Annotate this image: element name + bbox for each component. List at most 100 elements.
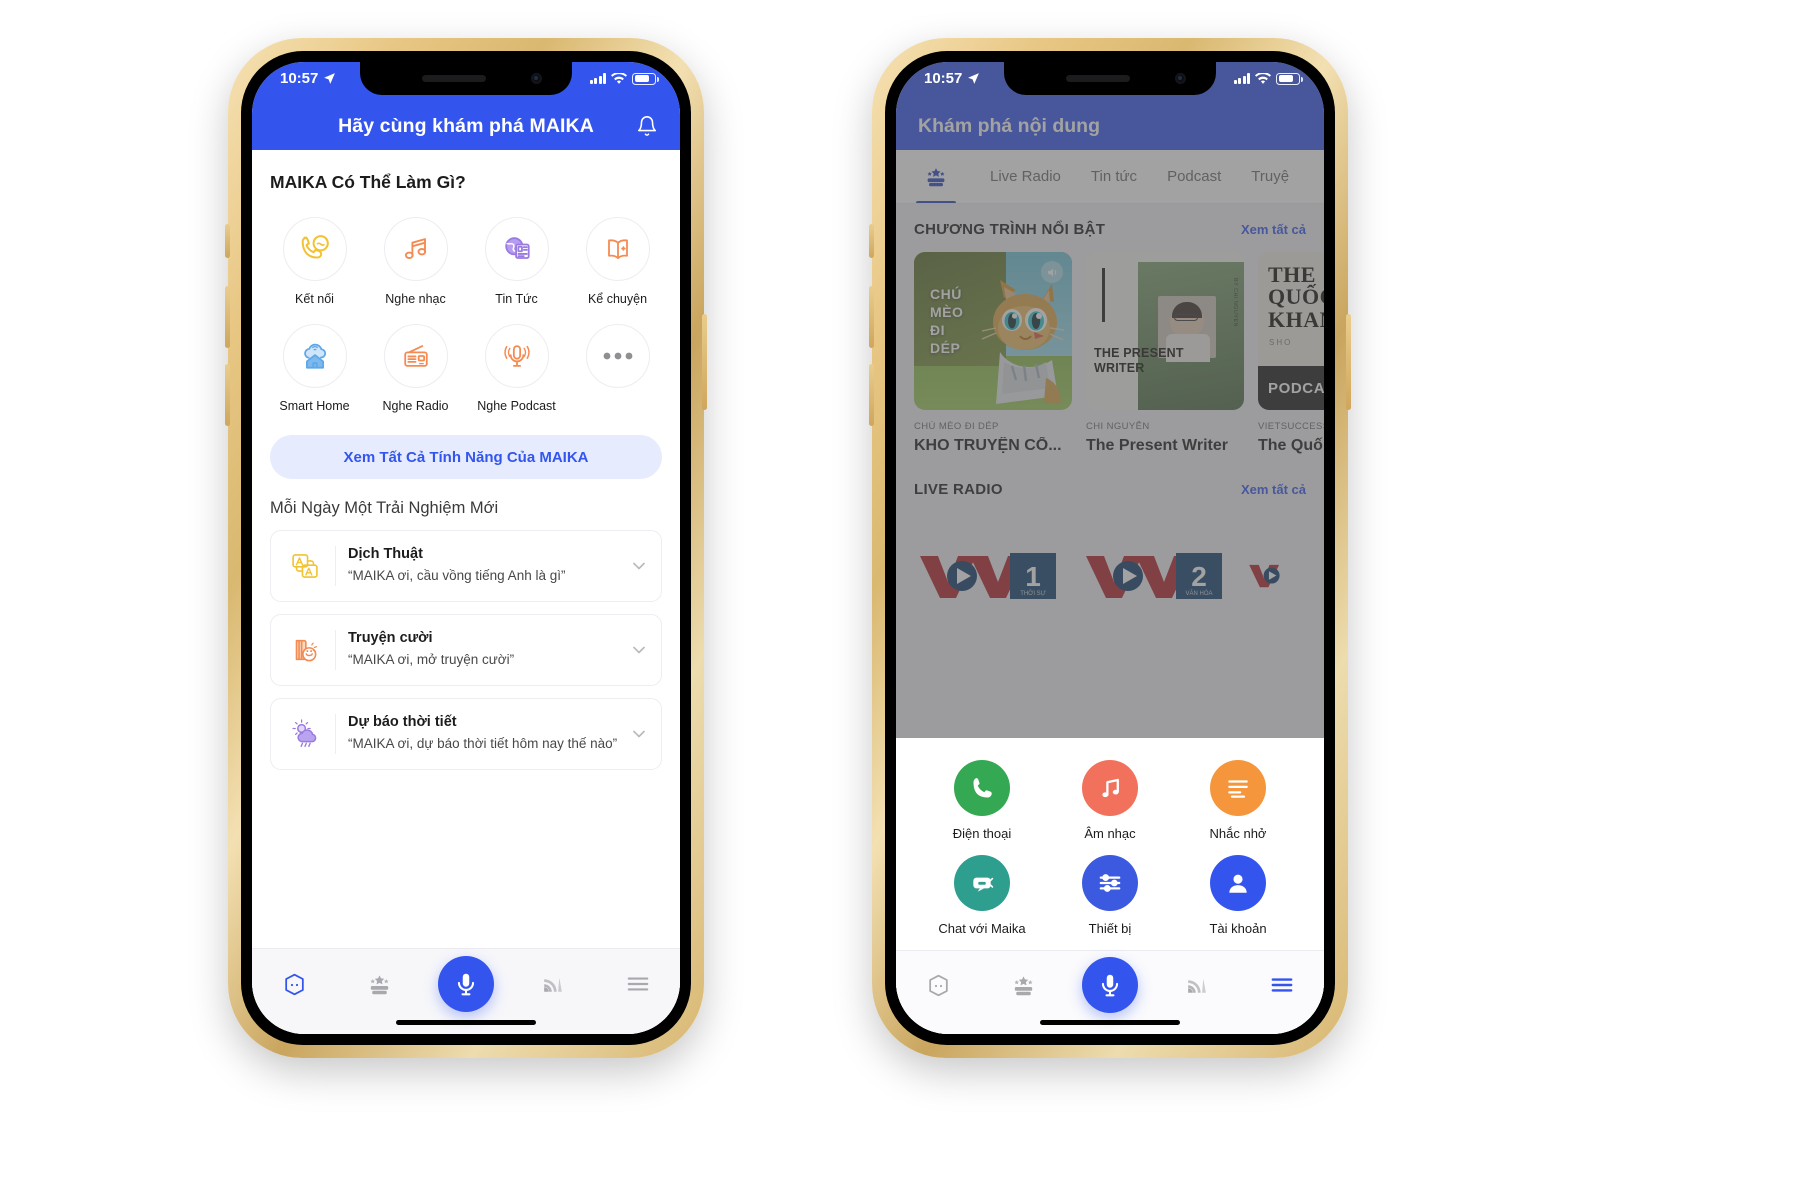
featured-card-row: CHÚ MÈO ĐI DÉP CHÚ MÈO ĐI DÉP KHO TRUYỆN CỔ… (896, 238, 1324, 455)
bell-icon[interactable] (636, 115, 658, 137)
tab-menu[interactable] (1256, 966, 1308, 1004)
power-button[interactable] (702, 314, 707, 410)
wifi-icon (1255, 72, 1271, 85)
tab-voice-assistant[interactable] (1081, 957, 1138, 1013)
tab-tin-tuc[interactable]: Tin tức (1091, 168, 1137, 185)
thumbnail-overlay-text: THEQUỐCKHANH (1268, 262, 1324, 332)
quick-action-label: Thiết bị (1088, 921, 1132, 936)
tab-discover[interactable] (353, 965, 405, 1003)
featured-see-all-link[interactable]: Xem tất cả (1241, 222, 1306, 237)
volume-down-button[interactable] (869, 364, 874, 426)
battery-icon (632, 72, 659, 85)
silent-switch[interactable] (869, 224, 874, 258)
phone-device-left: 10:57 Hãy cùng khám phá MAIKA MAIKA Có T… (225, 38, 707, 1058)
quick-action-label: Âm nhạc (1084, 826, 1136, 841)
feature-ke-chuyen[interactable]: Kể chuyện (567, 207, 668, 312)
quick-action-tai-khoan[interactable]: Tài khoản (1174, 855, 1302, 936)
screenshot-stage: 10:57 Hãy cùng khám phá MAIKA MAIKA Có T… (0, 0, 1800, 1200)
feature-nghe-nhac[interactable]: Nghe nhạc (365, 207, 466, 312)
experience-card-truyen-cuoi[interactable]: Truyện cười “MAIKA ơi, mở truyện cười” (270, 614, 662, 686)
radio-station-vov1[interactable]: 1 THỜI SỰ (914, 544, 1064, 606)
live-radio-section-header: LIVE RADIO Xem tất cả (896, 455, 1324, 498)
tab-podcast[interactable]: Podcast (1167, 168, 1221, 185)
radio-station-vov3[interactable] (1246, 544, 1324, 606)
quick-action-chat-voi-maika[interactable]: Chat với Maika (918, 855, 1046, 936)
tab-featured[interactable] (912, 150, 960, 203)
page-title: Hãy cùng khám phá MAIKA (338, 115, 594, 137)
chevron-down-icon[interactable] (629, 556, 649, 576)
page-title: Khám phá nội dung (918, 115, 1100, 137)
volume-down-button[interactable] (225, 364, 230, 426)
smart-home-icon (282, 324, 347, 388)
silent-switch[interactable] (225, 224, 230, 258)
program-thumbnail: CHÚ MÈO ĐI DÉP (914, 252, 1072, 410)
quick-action-am-nhac[interactable]: Âm nhạc (1046, 760, 1174, 841)
chevron-down-icon[interactable] (629, 640, 649, 660)
front-camera-icon (1175, 73, 1186, 84)
feature-smart-home[interactable]: Smart Home (264, 314, 365, 419)
feature-nghe-podcast[interactable]: Nghe Podcast (466, 314, 567, 419)
feature-label: Nghe Podcast (477, 399, 556, 413)
program-card[interactable]: CHÚ MÈO ĐI DÉP CHÚ MÈO ĐI DÉP KHO TRUYỆN CỔ… (914, 252, 1072, 455)
speaker-icon[interactable] (1041, 261, 1063, 283)
program-name: KHO TRUYỆN CỔ... (914, 437, 1062, 454)
card-title: Dịch Thuật (348, 546, 423, 563)
quick-action-thiet-bi[interactable]: Thiết bị (1046, 855, 1174, 936)
screen-left: 10:57 Hãy cùng khám phá MAIKA MAIKA Có T… (252, 62, 680, 1034)
content-tabs: Live Radio Tin tức Podcast Truyệ (896, 150, 1324, 204)
volume-up-button[interactable] (225, 286, 230, 348)
see-all-features-button[interactable]: Xem Tất Cả Tính Năng Của MAIKA (270, 435, 662, 479)
tab-discover[interactable] (997, 966, 1049, 1004)
power-button[interactable] (1346, 314, 1351, 410)
quick-action-label: Điện thoại (952, 826, 1012, 841)
open-book-icon (585, 217, 650, 281)
tab-cast[interactable] (1171, 966, 1223, 1004)
weather-icon (285, 714, 325, 754)
program-name: The Present Writer (1086, 437, 1228, 454)
music-icon (1082, 760, 1138, 816)
joke-book-icon (285, 630, 325, 670)
chevron-down-icon[interactable] (629, 724, 649, 744)
quick-action-dien-thoai[interactable]: Điện thoại (918, 760, 1046, 841)
feature-label: Nghe nhạc (385, 292, 446, 306)
feature-nghe-radio[interactable]: Nghe Radio (365, 314, 466, 419)
live-radio-row: 1 THỜI SỰ 2 VĂN HÓA (896, 498, 1324, 606)
radio-station-vov2[interactable]: 2 VĂN HÓA (1080, 544, 1230, 606)
tab-voice-assistant[interactable] (437, 956, 494, 1012)
program-card[interactable]: THEQUỐCKHANH SHO PODCA VIETSUCCESS The Q… (1258, 252, 1324, 455)
feature-more[interactable] (567, 314, 668, 419)
notch (1004, 62, 1216, 95)
card-text: Truyện cười “MAIKA ơi, mở truyện cười” (348, 630, 623, 669)
feature-ket-noi[interactable]: Kết nối (264, 207, 365, 312)
thumbnail-overlay-text: THE PRESENT WRITER (1094, 346, 1184, 375)
tab-home[interactable] (912, 966, 964, 1004)
live-radio-section-title: LIVE RADIO (914, 481, 1003, 498)
featured-section-header: CHƯƠNG TRÌNH NỔI BẬT Xem tất cả (896, 204, 1324, 238)
radio-icon (383, 324, 448, 388)
feature-label: Kể chuyện (587, 292, 648, 306)
thumbnail-overlay-text: CHÚ MÈO ĐI DÉP (930, 286, 964, 356)
volume-up-button[interactable] (869, 286, 874, 348)
tab-truyen[interactable]: Truyệ (1251, 168, 1289, 185)
tab-home[interactable] (268, 965, 320, 1003)
music-note-icon (383, 217, 448, 281)
chat-bot-icon (954, 855, 1010, 911)
experience-card-du-bao-thoi-tiet[interactable]: Dự báo thời tiết “MAIKA ơi, dự báo thời … (270, 698, 662, 770)
quick-action-label: Nhắc nhở (1209, 826, 1267, 841)
feature-tin-tuc[interactable]: Tin Tức (466, 207, 567, 312)
quick-action-label: Tài khoản (1209, 921, 1267, 936)
quick-action-nhac-nho[interactable]: Nhắc nhở (1174, 760, 1302, 841)
quick-action-sheet: Điện thoại Âm nhạc Nhắc nhở Chat với Mai… (896, 738, 1324, 1034)
tab-cast[interactable] (527, 965, 579, 1003)
earpiece-speaker (1066, 75, 1130, 82)
cellular-signal-icon (589, 73, 606, 84)
phone-call-icon (282, 217, 347, 281)
program-card[interactable]: THE PRESENT WRITER BY CHI NGUYEN CHI NGUY… (1086, 252, 1244, 455)
card-divider (335, 546, 336, 586)
tab-menu[interactable] (612, 965, 664, 1003)
discover-content: CHƯƠNG TRÌNH NỔI BẬT Xem tất cả CHÚ MÈO … (896, 204, 1324, 1034)
live-radio-see-all-link[interactable]: Xem tất cả (1241, 482, 1306, 497)
tab-live-radio[interactable]: Live Radio (990, 168, 1061, 185)
earpiece-speaker (422, 75, 486, 82)
experience-card-dich-thuat[interactable]: Dịch Thuật “MAIKA ơi, cầu vồng tiếng Anh… (270, 530, 662, 602)
